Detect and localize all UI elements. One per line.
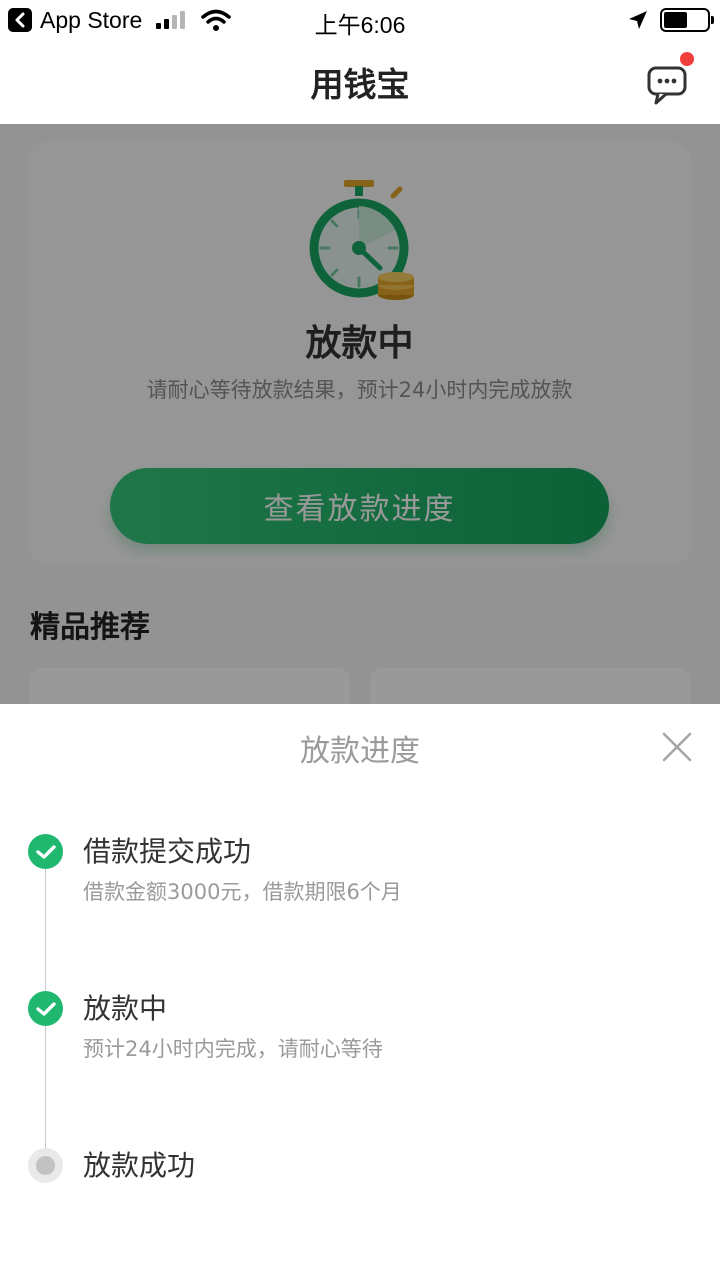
status-right — [628, 8, 714, 32]
step-title: 借款提交成功 — [83, 835, 252, 868]
step-description: 预计24小时内完成，请耐心等待 — [83, 1037, 383, 1061]
check-circle-icon — [28, 991, 63, 1026]
location-arrow-icon — [629, 11, 647, 29]
status-bar: App Store 上午6:06 — [0, 0, 720, 40]
progress-sheet: 放款进度 借款提交成功 借款金额3000元，借款期限6个月 放款中 预计24小时… — [0, 704, 720, 1280]
page-title: 用钱宝 — [310, 65, 410, 104]
pending-dot-icon — [28, 1148, 63, 1183]
step-title: 放款中 — [83, 992, 168, 1025]
close-icon[interactable] — [660, 730, 694, 764]
step-title: 放款成功 — [83, 1149, 196, 1182]
sheet-title: 放款进度 — [300, 734, 420, 769]
check-circle-icon — [28, 834, 63, 869]
nav-bar: 用钱宝 — [0, 40, 720, 124]
clock: 上午6:06 — [314, 12, 406, 38]
modal-backdrop[interactable] — [0, 124, 720, 704]
step-description: 借款金额3000元，借款期限6个月 — [83, 880, 402, 904]
unread-badge — [680, 52, 694, 66]
chat-bubble-icon[interactable] — [644, 60, 692, 108]
battery-icon — [660, 8, 714, 32]
